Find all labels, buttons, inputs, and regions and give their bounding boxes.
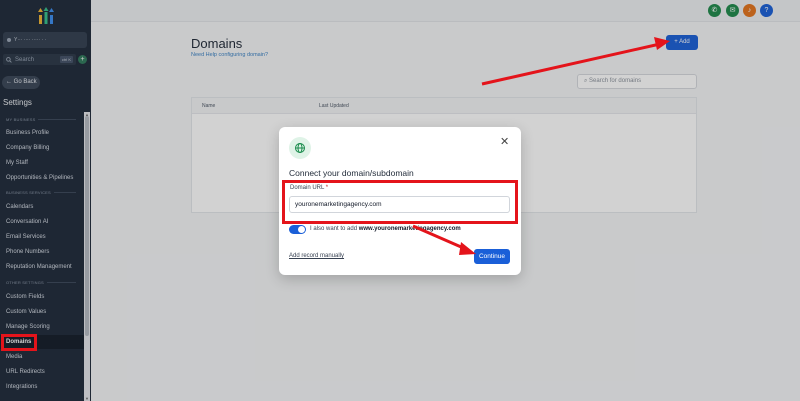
globe-icon-badge <box>289 137 311 159</box>
add-www-label: I also want to add www.youronemarketinga… <box>310 226 461 232</box>
add-www-toggle[interactable] <box>289 225 306 234</box>
toggle-knob <box>298 226 305 233</box>
close-icon[interactable]: ✕ <box>500 135 509 148</box>
globe-icon <box>295 143 305 153</box>
continue-button[interactable]: Continue <box>474 249 510 264</box>
toggle-text-prefix: I also want to add <box>310 226 358 232</box>
annotation-box-domains <box>1 334 37 351</box>
annotation-box-domain-field <box>282 180 518 224</box>
add-record-manually-link[interactable]: Add record manually <box>289 253 344 259</box>
toggle-text-domain: www.youronemarketingagency.com <box>358 226 461 232</box>
modal-title: Connect your domain/subdomain <box>289 168 414 178</box>
